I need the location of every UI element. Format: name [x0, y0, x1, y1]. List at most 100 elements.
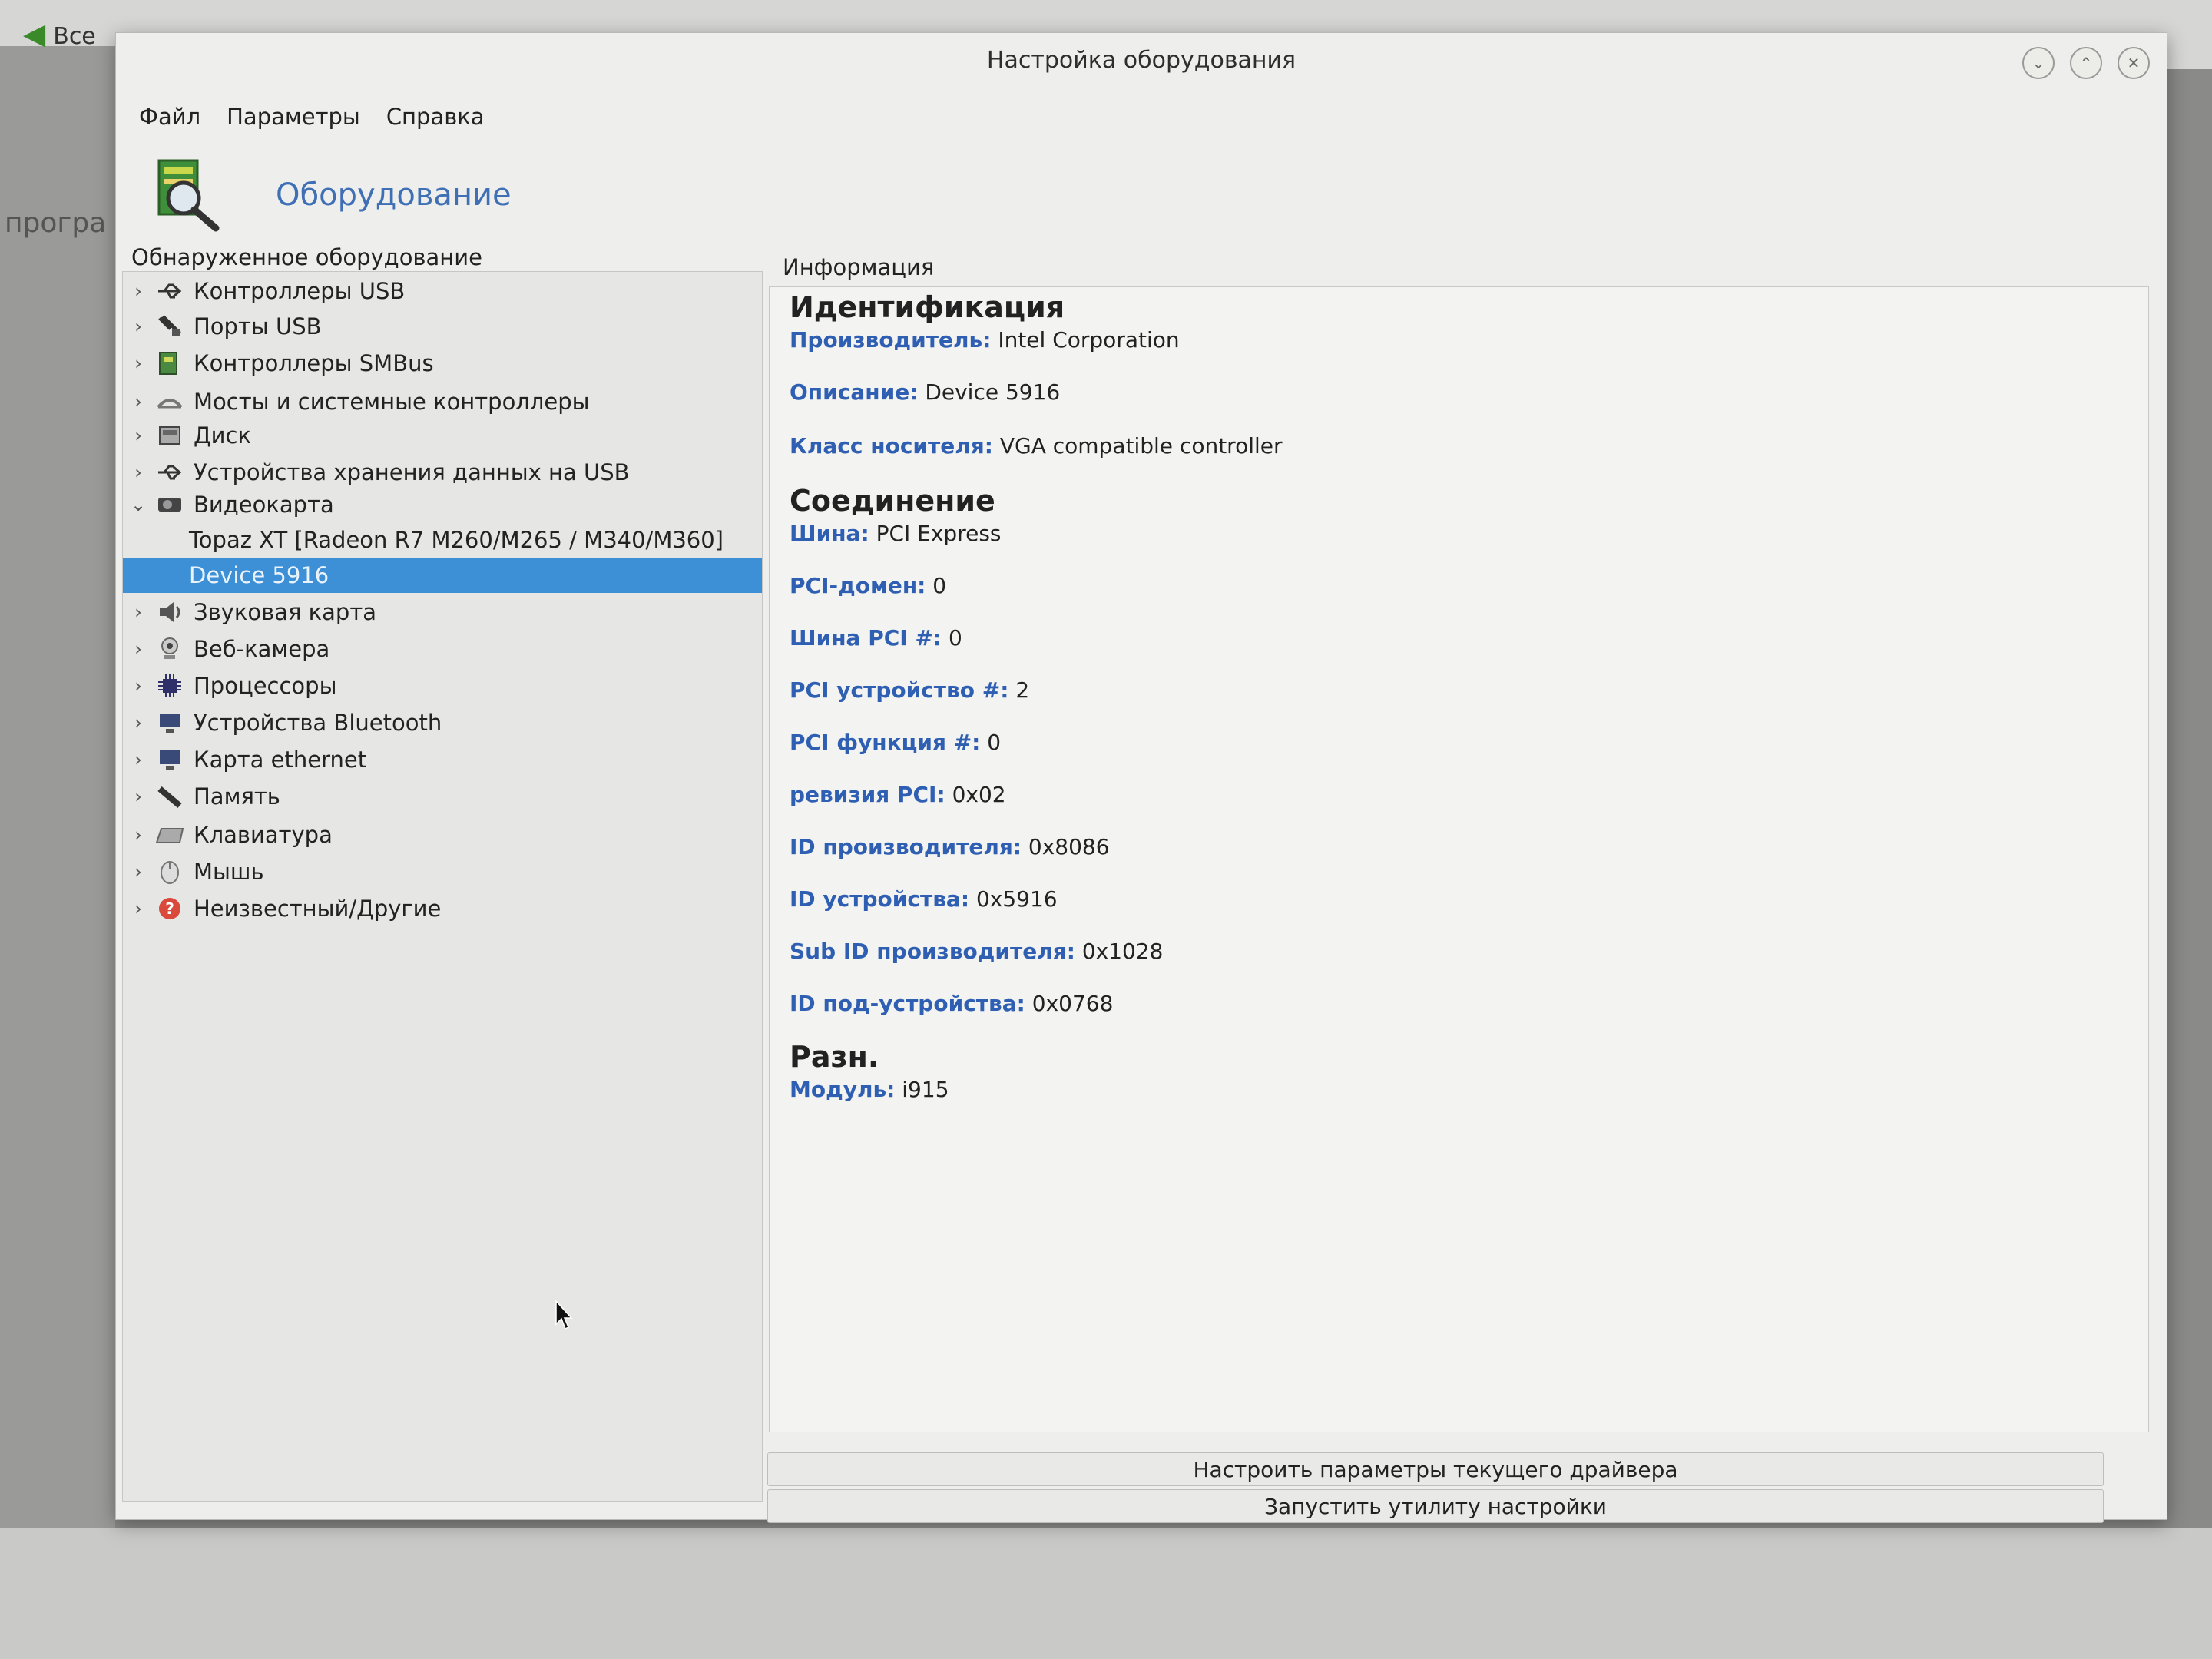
menu-params[interactable]: Параметры — [227, 104, 360, 130]
memory-icon — [154, 783, 186, 810]
info-field-description: Описание: Device 5916 — [790, 379, 1061, 405]
tree-item-smbus[interactable]: › Контроллеры SMBus — [123, 346, 762, 381]
tree-item-unknown[interactable]: › ? Неизвестный/Другие — [123, 891, 762, 926]
tree-item-label: Порты USB — [194, 313, 322, 339]
chevron-right-icon[interactable]: › — [123, 280, 154, 302]
tree-item-sound-card[interactable]: › Звуковая карта — [123, 594, 762, 630]
chevron-right-icon[interactable]: › — [123, 353, 154, 374]
chevron-right-icon[interactable]: › — [123, 749, 154, 770]
run-utility-button[interactable]: Запустить утилиту настройки — [767, 1489, 2104, 1523]
chevron-down-icon: ⌄ — [2032, 54, 2045, 72]
chevron-right-icon[interactable]: › — [123, 824, 154, 846]
unknown-device-icon: ? — [154, 895, 186, 922]
hardware-config-window: Настройка оборудования ⌄ ⌃ ✕ Файл Параме… — [115, 32, 2167, 1523]
tree-item-disk[interactable]: › Диск — [123, 418, 762, 453]
menu-help[interactable]: Справка — [386, 104, 485, 130]
info-field-device-id: ID устройства: 0x5916 — [790, 886, 1058, 912]
info-field-pci-function: PCI функция #: 0 — [790, 730, 1002, 755]
page-title: Оборудование — [276, 177, 512, 213]
chevron-right-icon[interactable]: › — [123, 425, 154, 446]
info-field-pci-revision: ревизия PCI: 0x02 — [790, 782, 1006, 807]
configure-driver-button[interactable]: Настроить параметры текущего драйвера — [767, 1452, 2104, 1486]
tree-item-usb-storage[interactable]: › Устройства хранения данных на USB — [123, 455, 762, 490]
tree-item-label: Клавиатура — [194, 822, 333, 848]
tree-item-webcam[interactable]: › Веб-камера — [123, 631, 762, 667]
menu-bar: Файл Параметры Справка — [139, 104, 485, 130]
usb-icon — [154, 277, 186, 305]
tree-item-label: Контроллеры USB — [194, 278, 406, 304]
chevron-right-icon[interactable]: › — [123, 601, 154, 623]
identification-title: Идентификация — [790, 290, 1065, 324]
bridge-icon — [154, 388, 186, 416]
tree-item-label: Неизвестный/Другие — [194, 896, 442, 922]
chevron-right-icon[interactable]: › — [123, 898, 154, 919]
info-field-sub-vendor-id: Sub ID производителя: 0x1028 — [790, 939, 1164, 964]
chevron-right-icon[interactable]: › — [123, 638, 154, 660]
tree-item-device-5916[interactable]: Device 5916 — [123, 558, 762, 593]
speaker-icon — [154, 598, 186, 626]
network-card-icon — [154, 746, 186, 773]
tree-item-video-card[interactable]: ⌄ Видеокарта — [123, 487, 762, 522]
info-field-class: Класс носителя: VGA compatible controlle… — [790, 433, 1283, 459]
chevron-down-icon[interactable]: ⌄ — [123, 494, 154, 515]
tree-item-memory[interactable]: › Память — [123, 779, 762, 814]
minimize-button[interactable]: ⌄ — [2022, 47, 2055, 79]
title-bar[interactable]: Настройка оборудования — [116, 33, 2167, 87]
usb-storage-icon — [154, 459, 186, 486]
hardware-search-icon — [157, 159, 220, 232]
tree-item-label: Мосты и системные контроллеры — [194, 389, 590, 415]
info-field-subdevice-id: ID под-устройства: 0x0768 — [790, 991, 1114, 1016]
keyboard-icon — [154, 821, 186, 849]
chevron-right-icon[interactable]: › — [123, 391, 154, 412]
usb-plug-icon — [154, 313, 186, 340]
tree-item-processors[interactable]: › Процессоры — [123, 668, 762, 704]
tree-item-label: Диск — [194, 422, 251, 449]
tree-item-label: Мышь — [194, 859, 264, 885]
chevron-right-icon[interactable]: › — [123, 712, 154, 733]
menu-file[interactable]: Файл — [139, 104, 200, 130]
tree-item-usb-ports[interactable]: › Порты USB — [123, 309, 762, 344]
tree-item-label: Процессоры — [194, 673, 337, 699]
video-card-icon — [154, 491, 186, 518]
window-title: Настройка оборудования — [986, 46, 1296, 74]
tree-item-label: Память — [194, 783, 280, 810]
info-field-vendor-id: ID производителя: 0x8086 — [790, 834, 1110, 859]
tree-item-label: Карта ethernet — [194, 747, 367, 773]
tree-item-ethernet[interactable]: › Карта ethernet — [123, 742, 762, 777]
chevron-right-icon[interactable]: › — [123, 462, 154, 483]
chevron-right-icon[interactable]: › — [123, 861, 154, 882]
info-panel: Идентификация Производитель: Intel Corpo… — [769, 286, 2149, 1432]
background-window — [0, 46, 115, 1544]
webcam-icon — [154, 635, 186, 663]
desktop-bottom — [0, 1528, 2212, 1659]
back-button[interactable]: ◀ Все — [23, 17, 96, 51]
chevron-right-icon[interactable]: › — [123, 316, 154, 337]
maximize-button[interactable]: ⌃ — [2070, 47, 2102, 79]
info-field-pci-domain: PCI-домен: 0 — [790, 573, 947, 598]
chevron-right-icon[interactable]: › — [123, 675, 154, 697]
tree-item-keyboard[interactable]: › Клавиатура — [123, 817, 762, 853]
tree-item-label: Видеокарта — [194, 492, 334, 518]
tree-item-mouse[interactable]: › Мышь — [123, 854, 762, 889]
tree-item-label: Устройства Bluetooth — [194, 710, 442, 736]
information-label: Информация — [783, 254, 935, 280]
hardware-tree[interactable]: › Контроллеры USB › Порты USB › Контролл… — [122, 271, 763, 1502]
cpu-icon — [154, 672, 186, 700]
detected-hardware-label: Обнаруженное оборудование — [131, 244, 482, 270]
info-field-module: Модуль: i915 — [790, 1077, 949, 1102]
disk-icon — [154, 422, 186, 449]
tree-item-label: Веб-камера — [194, 636, 330, 662]
tree-item-label: Контроллеры SMBus — [194, 350, 434, 376]
close-button[interactable]: ✕ — [2118, 47, 2150, 79]
chip-icon — [154, 349, 186, 377]
tree-item-usb-controllers[interactable]: › Контроллеры USB — [123, 273, 762, 309]
mouse-cursor-icon — [555, 1300, 573, 1330]
background-text: програ — [5, 207, 107, 239]
tree-item-bluetooth[interactable]: › Устройства Bluetooth — [123, 705, 762, 740]
svg-text:?: ? — [165, 899, 174, 918]
info-field-pci-bus: Шина PCI #: 0 — [790, 625, 962, 651]
tree-item-bridges[interactable]: › Мосты и системные контроллеры — [123, 384, 762, 419]
info-field-vendor: Производитель: Intel Corporation — [790, 327, 1180, 353]
tree-item-topaz-xt[interactable]: Topaz XT [Radeon R7 M260/M265 / M340/M36… — [123, 522, 762, 558]
chevron-right-icon[interactable]: › — [123, 786, 154, 807]
